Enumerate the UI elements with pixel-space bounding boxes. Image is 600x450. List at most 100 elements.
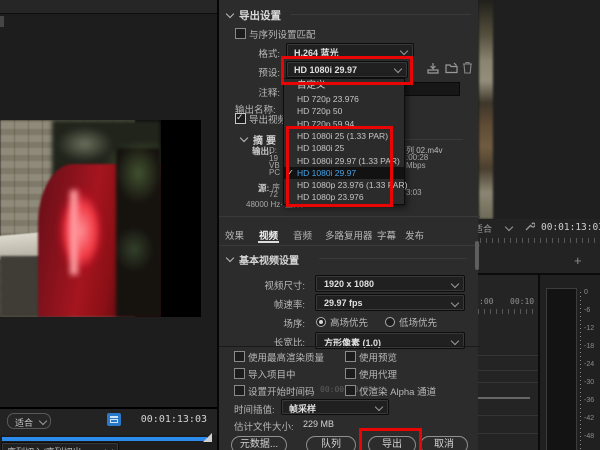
filesize-label: 估计文件大小: [234,422,294,433]
format-label: 格式: [258,49,280,60]
use-previews-checkbox[interactable] [345,351,356,362]
source-range-dropdown[interactable]: 序列切入/序列切出 [1,442,119,450]
tab-video-underline [258,241,279,243]
track-item[interactable] [478,397,530,399]
preset-menu-item[interactable]: HD 1080i 25 (1.33 PAR) [284,130,404,142]
fit-dropdown[interactable]: 适合 [7,413,51,429]
meter-scale-label: -48 [584,433,595,440]
save-preset-icon[interactable] [427,62,439,74]
summary-fragment: Mbps [406,161,426,170]
chevron-down-icon [38,416,48,426]
meter-scale-label: -30 [584,379,595,386]
premiere-export-window: 适合 00:01:13:03 序列切入/序列切出 适合 00:01:13:03 … [0,0,600,450]
tab-video[interactable]: 视频 [259,228,278,242]
divider [219,346,480,347]
meter-scale-dots [580,292,581,450]
divider [291,14,471,15]
chevron-down-icon [104,445,114,450]
fit-dropdown-label: 适合 [15,418,34,428]
preset-menu-item[interactable]: HD 720p 59.94 [284,118,404,130]
start-timecode-checkbox[interactable] [234,385,245,396]
render-alpha-checkbox[interactable] [345,385,356,396]
crop-icon[interactable] [107,413,121,426]
add-marker-icon[interactable]: + [574,253,582,268]
chevron-down-icon [374,402,384,412]
preset-menu-item[interactable]: HD 1080p 23.976 [284,191,404,203]
chevron-down-icon [399,46,409,56]
format-dropdown[interactable]: H.264 蓝光 [286,43,414,59]
collapse-chevron-icon[interactable] [239,133,249,143]
framerate-dropdown[interactable]: 29.97 fps [315,294,465,311]
field-lower-radio[interactable] [385,317,395,327]
divider [219,216,480,217]
preset-menu-item-selected[interactable]: HD 1080i 29.97 [284,166,404,179]
delete-preset-icon[interactable] [462,61,473,74]
video-size-label: 视频尺寸: [264,281,305,292]
track-divider [478,382,539,383]
meter-scale-label: 0 [584,289,588,296]
preset-menu-item[interactable]: HD 1080i 29.97 (1.33 PAR) [284,155,404,167]
chevron-down-icon [450,279,460,289]
tab-audio[interactable]: 音频 [293,228,312,242]
chevron-down-icon [450,336,460,346]
track-divider [478,370,539,371]
scene-black-bar [161,120,201,317]
time-interp-dropdown[interactable]: 帧采样 [281,399,389,415]
preset-value: HD 1080i 29.97 [294,65,358,75]
chevron-down-icon [450,298,460,308]
timeline-ruler-label: :00 [479,297,494,306]
preset-menu-item[interactable]: HD 1080i 25 [284,142,404,154]
audio-meter-right [561,288,577,450]
tab-publish[interactable]: 发布 [405,228,424,242]
tab-effects[interactable]: 效果 [225,228,244,242]
match-sequence-checkbox[interactable] [235,28,246,39]
filesize-value: 229 MB [303,419,335,429]
max-quality-checkbox[interactable] [234,351,245,362]
preview-controls: 适合 00:01:13:03 [0,407,217,435]
track-divider [478,355,539,356]
max-quality-label: 使用最高渲染质量 [248,353,325,364]
metadata-button[interactable]: 元数据... [231,436,287,450]
summary-fragment: PC [269,168,281,177]
wrench-icon[interactable] [524,221,535,232]
preset-menu-item[interactable]: HD 720p 23.976 [284,93,404,105]
source-range-label: 序列切入/序列切出 [7,445,82,450]
summary-fragment: 72 [269,190,278,199]
preset-dropdown[interactable]: HD 1080i 29.97 [286,61,408,78]
aspect-value: 方形像素 (1.0) [324,338,382,348]
monitor-ruler[interactable] [480,238,598,243]
video-preview [0,120,201,317]
basic-video-settings-title: 基本视频设置 [239,256,299,267]
format-value: H.264 蓝光 [294,48,339,58]
panel-tab-stub[interactable] [0,16,4,27]
export-button[interactable]: 导出 [368,436,416,450]
export-video-checkbox[interactable] [235,112,246,124]
timeline-panel: :00 00:10 [478,275,539,450]
import-project-checkbox[interactable] [234,368,245,379]
preset-menu-item[interactable]: HD 720p 50 [284,105,404,117]
use-proxies-checkbox[interactable] [345,368,356,379]
start-timecode-label: 设置开始时间码 [248,387,315,398]
meter-scale-label: -12 [584,325,595,332]
dialog-title: 导出设置 [239,10,281,22]
video-size-dropdown[interactable]: 1920 x 1080 [315,275,465,292]
import-project-label: 导入项目中 [248,370,296,381]
chevron-down-icon [393,64,403,74]
queue-button[interactable]: 队列 [306,436,356,450]
dialog-scrollbar[interactable] [475,241,479,270]
timeline-ruler-ticks[interactable] [478,309,539,314]
tab-captions[interactable]: 字幕 [377,228,396,242]
import-preset-icon[interactable] [445,62,458,74]
field-upper-radio[interactable] [316,317,326,327]
source-range-bar[interactable] [2,437,207,441]
collapse-chevron-icon[interactable] [225,9,235,19]
tab-multiplexer[interactable]: 多路复用器 [325,228,373,242]
audio-meter-panel: 0 -6 -12 -18 -24 -30 -36 -42 -48 [540,275,600,450]
meter-scale-label: -36 [584,397,595,404]
match-sequence-label: 与序列设置匹配 [249,30,316,41]
cancel-button[interactable]: 取消 [420,436,468,450]
preset-menu-item[interactable]: 自定义 [284,79,404,93]
crop-icon-glyph [110,416,118,418]
preset-menu-item[interactable]: HD 1080p 23.976 (1.33 PAR) [284,179,407,191]
collapse-chevron-icon[interactable] [225,253,235,263]
